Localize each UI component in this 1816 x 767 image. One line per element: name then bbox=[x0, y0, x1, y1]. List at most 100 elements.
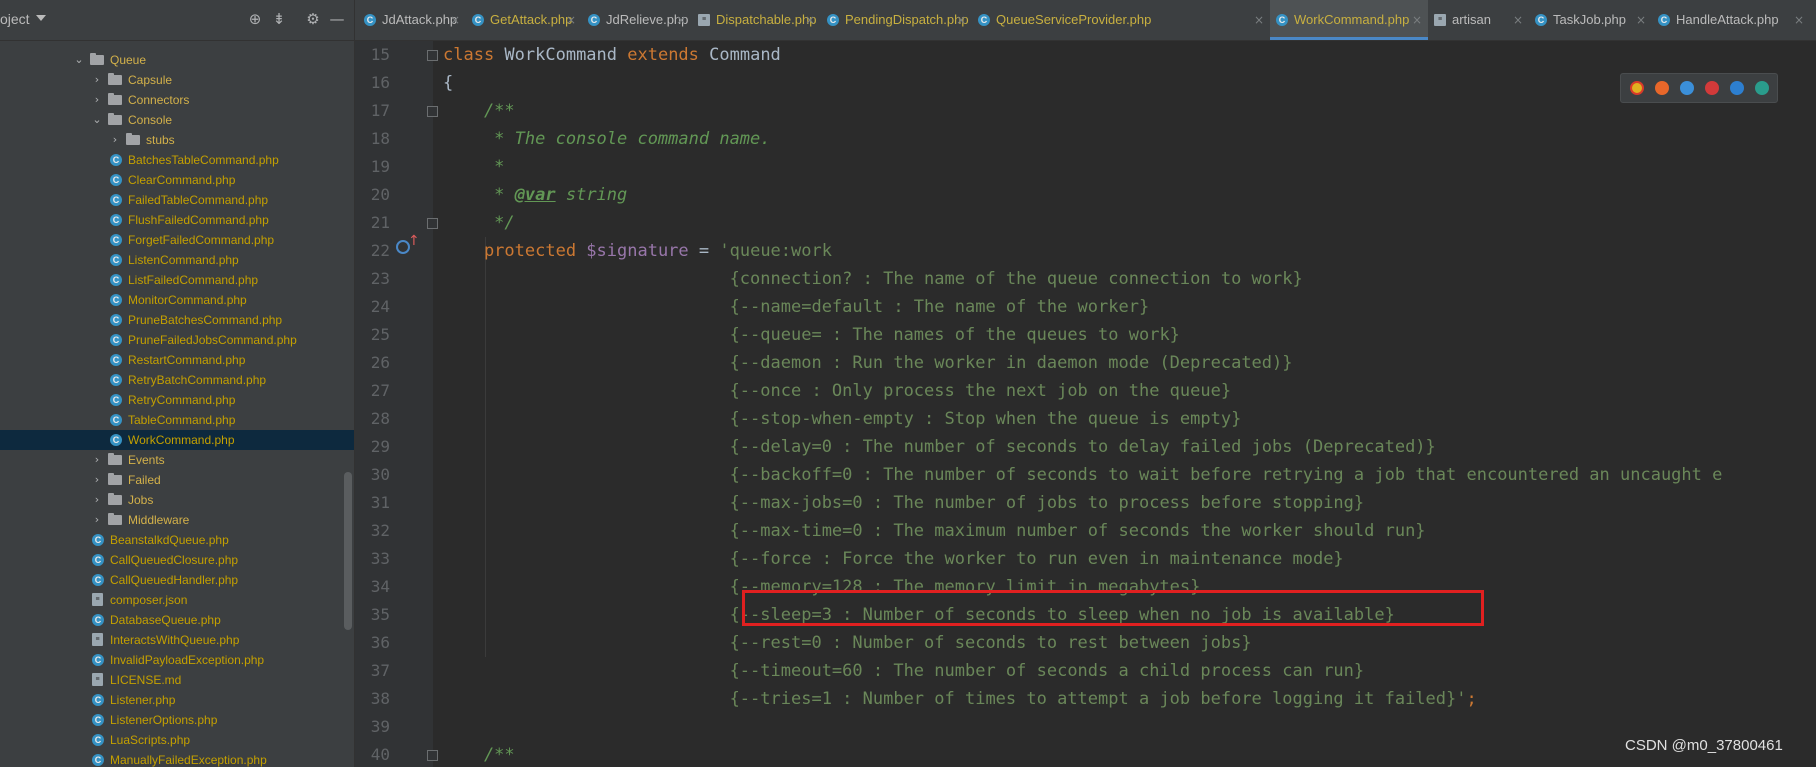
close-icon[interactable]: × bbox=[566, 0, 576, 40]
chevron-right-icon[interactable]: › bbox=[90, 510, 104, 530]
tree-item[interactable]: › Jobs bbox=[0, 490, 354, 510]
tree-item[interactable]: C MonitorCommand.php bbox=[0, 290, 354, 310]
tree-item[interactable]: C ManuallyFailedException.php bbox=[0, 750, 354, 767]
editor-tab[interactable]: C PendingDispatch.php × bbox=[821, 0, 972, 40]
tree-item[interactable]: C RestartCommand.php bbox=[0, 350, 354, 370]
tree-item[interactable]: C CallQueuedHandler.php bbox=[0, 570, 354, 590]
fold-marker-icon[interactable] bbox=[427, 106, 438, 117]
locate-icon[interactable]: ⊕ bbox=[244, 8, 266, 30]
close-icon[interactable]: × bbox=[1636, 0, 1646, 40]
code-line[interactable]: {--delay=0 : The number of seconds to de… bbox=[443, 433, 1436, 461]
code-line[interactable]: {--name=default : The name of the worker… bbox=[443, 293, 1150, 321]
tree-item[interactable]: › Events bbox=[0, 450, 354, 470]
tree-item[interactable]: C PruneBatchesCommand.php bbox=[0, 310, 354, 330]
chevron-down-icon[interactable]: ⌄ bbox=[90, 110, 104, 130]
fold-marker-icon[interactable] bbox=[427, 750, 438, 761]
code-line[interactable]: {--force : Force the worker to run even … bbox=[443, 545, 1344, 573]
edge-icon[interactable] bbox=[1755, 81, 1769, 95]
tree-item[interactable]: C CallQueuedClosure.php bbox=[0, 550, 354, 570]
code-line[interactable]: {--queue= : The names of the queues to w… bbox=[443, 321, 1180, 349]
code-line[interactable]: {--stop-when-empty : Stop when the queue… bbox=[443, 405, 1242, 433]
tree-item[interactable]: C ListenerOptions.php bbox=[0, 710, 354, 730]
code-line[interactable]: * The console command name. bbox=[443, 125, 770, 153]
tree-item[interactable]: ≡ LICENSE.md bbox=[0, 670, 354, 690]
tree-item[interactable]: › Capsule bbox=[0, 70, 354, 90]
code-line[interactable]: {--daemon : Run the worker in daemon mod… bbox=[443, 349, 1293, 377]
code-line[interactable]: * bbox=[443, 153, 504, 181]
code-line[interactable]: {--once : Only process the next job on t… bbox=[443, 377, 1232, 405]
code-line[interactable]: {--backoff=0 : The number of seconds to … bbox=[443, 461, 1723, 489]
close-icon[interactable]: × bbox=[805, 0, 815, 40]
code-line[interactable]: { bbox=[443, 69, 453, 97]
project-title[interactable]: oject bbox=[0, 11, 30, 27]
firefox-icon[interactable] bbox=[1655, 81, 1669, 95]
tree-item[interactable]: ⌄ Console bbox=[0, 110, 354, 130]
chevron-right-icon[interactable]: › bbox=[90, 470, 104, 490]
tree-item[interactable]: C ClearCommand.php bbox=[0, 170, 354, 190]
hide-icon[interactable]: — bbox=[326, 8, 348, 30]
tree-item[interactable]: C BatchesTableCommand.php bbox=[0, 150, 354, 170]
collapse-all-icon[interactable]: ⇟ bbox=[268, 8, 290, 30]
editor-tab[interactable]: ≡ Dispatchable.php × bbox=[692, 0, 821, 40]
chevron-right-icon[interactable]: › bbox=[90, 490, 104, 510]
tree-item[interactable]: C PruneFailedJobsCommand.php bbox=[0, 330, 354, 350]
tree-item[interactable]: C BeanstalkdQueue.php bbox=[0, 530, 354, 550]
code-line[interactable]: /** bbox=[443, 741, 515, 767]
tree-item[interactable]: › Failed bbox=[0, 470, 354, 490]
chevron-right-icon[interactable]: › bbox=[90, 70, 104, 90]
code-line[interactable]: */ bbox=[443, 209, 514, 237]
code-line[interactable]: * @var string bbox=[443, 181, 627, 209]
close-icon[interactable]: × bbox=[676, 0, 686, 40]
tree-item[interactable]: › Connectors bbox=[0, 90, 354, 110]
close-icon[interactable]: × bbox=[1794, 0, 1804, 40]
editor-tab[interactable]: ≡ artisan × bbox=[1428, 0, 1529, 40]
close-icon[interactable]: × bbox=[1412, 0, 1422, 40]
tree-item[interactable]: C WorkCommand.php bbox=[0, 430, 354, 450]
close-icon[interactable]: × bbox=[956, 0, 966, 40]
chevron-right-icon[interactable]: › bbox=[108, 130, 122, 150]
code-line[interactable]: protected $signature = 'queue:work bbox=[443, 237, 832, 265]
tree-item[interactable]: C ListFailedCommand.php bbox=[0, 270, 354, 290]
arrow-up-icon[interactable]: ↑ bbox=[408, 233, 420, 249]
internet-explorer-icon[interactable] bbox=[1730, 81, 1744, 95]
chevron-right-icon[interactable]: › bbox=[90, 450, 104, 470]
editor-tab[interactable]: C WorkCommand.php × bbox=[1270, 0, 1428, 40]
tree-item[interactable]: C TableCommand.php bbox=[0, 410, 354, 430]
tree-item[interactable]: C LuaScripts.php bbox=[0, 730, 354, 750]
editor-tab[interactable]: C TaskJob.php × bbox=[1529, 0, 1652, 40]
close-icon[interactable]: × bbox=[450, 0, 460, 40]
chevron-down-icon[interactable] bbox=[36, 15, 46, 21]
code-line[interactable]: {--max-jobs=0 : The number of jobs to pr… bbox=[443, 489, 1365, 517]
code-line[interactable]: {--max-time=0 : The maximum number of se… bbox=[443, 517, 1426, 545]
tree-item[interactable]: ⌄ Queue bbox=[0, 50, 354, 70]
chevron-right-icon[interactable]: › bbox=[90, 90, 104, 110]
close-icon[interactable]: × bbox=[1254, 0, 1264, 40]
fold-marker-icon[interactable] bbox=[427, 218, 438, 229]
tree-item[interactable]: C RetryBatchCommand.php bbox=[0, 370, 354, 390]
editor-tab[interactable]: C JdRelieve.php × bbox=[582, 0, 692, 40]
tree-item[interactable]: ≡ InteractsWithQueue.php bbox=[0, 630, 354, 650]
tree-item[interactable]: › stubs bbox=[0, 130, 354, 150]
code-editor[interactable]: 15 16 17 18 19 20 21 22 23 24 25 26 27 28 29 30 31 32 33 34… bbox=[355, 41, 1816, 767]
fold-marker-icon[interactable] bbox=[427, 50, 438, 61]
chevron-down-icon[interactable]: ⌄ bbox=[72, 50, 86, 70]
editor-tab[interactable]: C GetAttack.php × bbox=[466, 0, 582, 40]
opera-icon[interactable] bbox=[1705, 81, 1719, 95]
code-line[interactable]: {--tries=1 : Number of times to attempt … bbox=[443, 685, 1477, 713]
tree-item[interactable]: C RetryCommand.php bbox=[0, 390, 354, 410]
code-line[interactable]: /** bbox=[443, 97, 515, 125]
safari-icon[interactable] bbox=[1680, 81, 1694, 95]
tree-item[interactable]: C FlushFailedCommand.php bbox=[0, 210, 354, 230]
chrome-icon[interactable] bbox=[1630, 81, 1644, 95]
editor-tab[interactable]: C QueueServiceProvider.php × bbox=[972, 0, 1270, 40]
gear-icon[interactable]: ⚙ bbox=[302, 8, 324, 30]
tree-item[interactable]: C ForgetFailedCommand.php bbox=[0, 230, 354, 250]
close-icon[interactable]: × bbox=[1513, 0, 1523, 40]
tree-item[interactable]: C FailedTableCommand.php bbox=[0, 190, 354, 210]
tree-item[interactable]: ≡ composer.json bbox=[0, 590, 354, 610]
tree-scrollbar[interactable] bbox=[344, 472, 352, 630]
tree-item[interactable]: C DatabaseQueue.php bbox=[0, 610, 354, 630]
code-line[interactable]: {--rest=0 : Number of seconds to rest be… bbox=[443, 629, 1252, 657]
code-line[interactable]: class WorkCommand extends Command bbox=[443, 41, 781, 69]
editor-tab[interactable]: C HandleAttack.php × bbox=[1652, 0, 1810, 40]
